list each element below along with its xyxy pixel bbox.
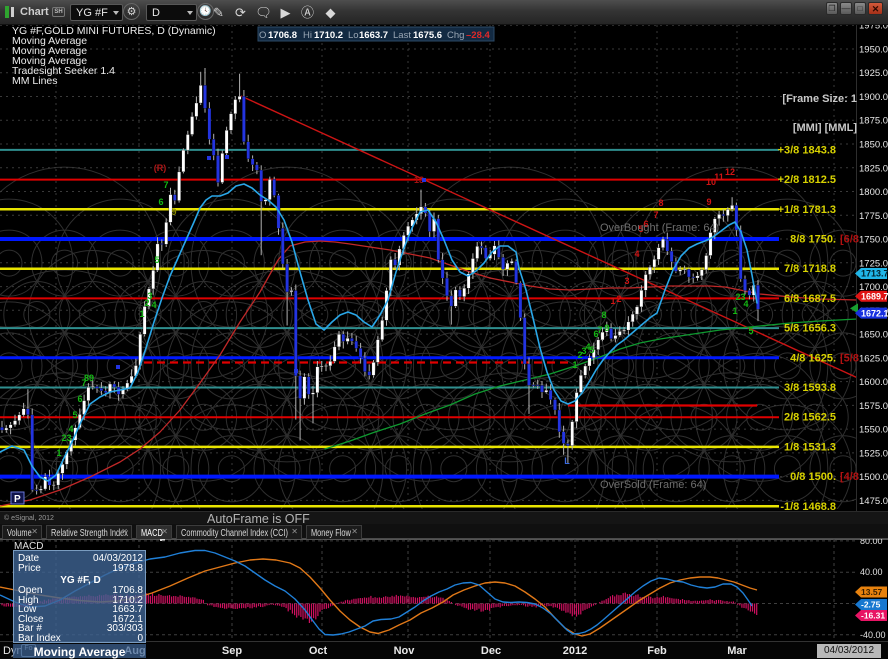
svg-text:O: O [259,30,266,41]
svg-text:7: 7 [163,180,168,190]
svg-text:4: 4 [634,249,639,259]
svg-text:–28.4: –28.4 [466,30,490,41]
svg-text:-1/8 1468.8: -1/8 1468.8 [780,501,836,511]
svg-text:1475.0: 1475.0 [859,496,888,507]
svg-text:3: 3 [66,433,71,443]
svg-text:9: 9 [171,207,176,217]
svg-text:1875.0: 1875.0 [859,116,888,127]
svg-text:-40.00: -40.00 [860,630,886,640]
svg-text:1625.0: 1625.0 [859,353,888,364]
svg-text:-16.31: -16.31 [861,611,885,621]
svg-text:1/8 1531.3: 1/8 1531.3 [784,441,836,453]
svg-text:+3/8 1843.8: +3/8 1843.8 [778,144,836,156]
svg-text:MM Lines: MM Lines [12,75,58,87]
svg-text:1800.0: 1800.0 [859,187,888,198]
svg-text:[MMI] [MML]: [MMI] [MML] [793,122,857,134]
svg-text:1725.0: 1725.0 [859,258,888,269]
svg-text:4/8 1625.: 4/8 1625. [790,352,836,364]
svg-text:1: 1 [610,296,615,306]
svg-text:89: 89 [84,373,94,383]
svg-text:5/8 1656.3: 5/8 1656.3 [784,323,836,335]
svg-text:2/8 1562.5: 2/8 1562.5 [784,412,836,424]
svg-text:-2.75: -2.75 [861,600,881,610]
svg-text:12: 12 [725,167,735,177]
svg-text:Hi: Hi [303,30,312,41]
svg-text:1550.0: 1550.0 [859,425,888,436]
svg-text:1: 1 [139,309,144,319]
svg-text:1775.0: 1775.0 [859,211,888,222]
svg-text:1663.7: 1663.7 [359,30,388,41]
svg-text:1900.0: 1900.0 [859,92,888,103]
svg-text:+1/8 1781.3: +1/8 1781.3 [778,204,836,216]
svg-text:5: 5 [748,326,753,336]
svg-text:(R): (R) [154,163,167,173]
svg-text:8: 8 [601,310,606,320]
svg-text:[5/8: [5/8 [840,352,859,364]
svg-text:13.57: 13.57 [861,587,883,597]
svg-text:[4/8: [4/8 [840,471,859,483]
svg-text:1850.0: 1850.0 [859,140,888,151]
svg-text:Chg: Chg [447,30,464,41]
svg-text:4: 4 [151,300,156,310]
svg-text:Last: Last [393,30,411,41]
svg-text:40.00: 40.00 [860,567,883,577]
svg-text:7: 7 [653,210,658,220]
svg-text:11: 11 [714,172,724,182]
svg-text:1600.0: 1600.0 [859,377,888,388]
svg-text:[Frame Size: 1: [Frame Size: 1 [782,93,857,105]
svg-text:1525.0: 1525.0 [859,448,888,459]
svg-text:6: 6 [158,197,163,207]
svg-text:1975.0: 1975.0 [859,25,888,32]
svg-text:L: L [564,456,570,466]
svg-text:8/8 1750.: 8/8 1750. [790,234,836,246]
svg-text:1950.0: 1950.0 [859,45,888,56]
svg-text:1925.0: 1925.0 [859,68,888,79]
svg-text:1: 1 [732,306,737,316]
svg-text:3/8 1593.8: 3/8 1593.8 [784,382,836,394]
svg-text:7: 7 [597,325,602,335]
svg-text:4: 4 [743,299,748,309]
svg-text:Lo: Lo [348,30,359,41]
svg-text:3: 3 [624,276,629,286]
svg-text:7/8 1718.8: 7/8 1718.8 [784,263,836,275]
svg-text:4: 4 [68,424,73,434]
svg-text:1: 1 [572,360,577,370]
svg-text:5: 5 [72,410,77,420]
svg-text:1713.7: 1713.7 [861,269,888,279]
svg-text:80.00: 80.00 [860,539,883,546]
svg-text:8: 8 [658,198,663,208]
svg-text:1: 1 [56,448,61,458]
svg-text:P: P [14,494,21,505]
svg-text:1650.0: 1650.0 [859,330,888,341]
svg-text:[6/8: [6/8 [840,234,859,246]
svg-text:OverSold (Frame: 64): OverSold (Frame: 64) [600,479,706,491]
svg-text:1675.6: 1675.6 [413,30,442,41]
svg-text:1710.2: 1710.2 [314,30,343,41]
svg-text:9: 9 [706,197,711,207]
svg-text:1750.0: 1750.0 [859,235,888,246]
svg-text:2: 2 [616,294,621,304]
svg-text:1825.0: 1825.0 [859,163,888,174]
svg-text:5: 5 [589,345,594,355]
svg-text:1672.1: 1672.1 [861,308,888,318]
svg-text:6/8 1687.5: 6/8 1687.5 [784,293,836,305]
svg-text:5: 5 [154,255,159,265]
svg-text:1706.8: 1706.8 [268,30,297,41]
svg-text:1575.0: 1575.0 [859,401,888,412]
svg-text:0/8 1500.: 0/8 1500. [790,471,836,483]
svg-text:6: 6 [77,394,82,404]
svg-text:OverBought (Frame: 64): OverBought (Frame: 64) [600,222,719,234]
svg-text:1500.0: 1500.0 [859,472,888,483]
svg-text:+2/8 1812.5: +2/8 1812.5 [778,174,836,186]
svg-text:1689.7: 1689.7 [861,292,888,302]
svg-text:9: 9 [604,323,609,333]
